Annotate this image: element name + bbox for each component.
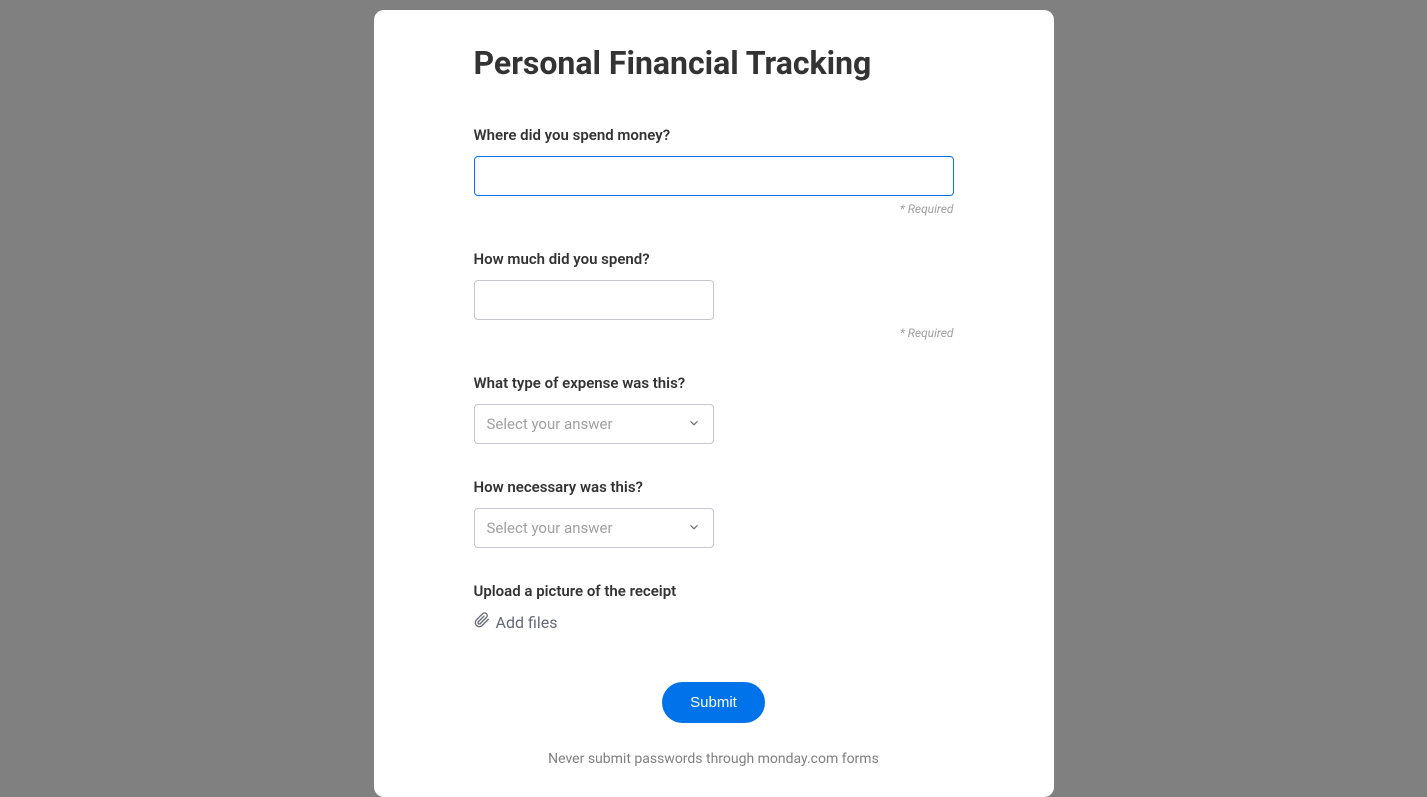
- form-title: Personal Financial Tracking: [474, 44, 954, 82]
- add-files-button[interactable]: Add files: [474, 612, 954, 632]
- chevron-down-icon: [687, 415, 701, 434]
- amount-input[interactable]: [474, 280, 714, 320]
- field-upload: Upload a picture of the receipt Add file…: [474, 582, 954, 632]
- field-type: What type of expense was this? Select yo…: [474, 374, 954, 444]
- form-inner: Personal Financial Tracking Where did yo…: [474, 44, 954, 767]
- amount-label: How much did you spend?: [474, 250, 954, 268]
- necessity-select[interactable]: Select your answer: [474, 508, 714, 548]
- type-placeholder: Select your answer: [487, 415, 613, 433]
- where-input[interactable]: [474, 156, 954, 196]
- chevron-down-icon: [687, 519, 701, 538]
- necessity-placeholder: Select your answer: [487, 519, 613, 537]
- where-required: * Required: [474, 202, 954, 216]
- field-amount: How much did you spend? * Required: [474, 250, 954, 340]
- disclaimer-text: Never submit passwords through monday.co…: [474, 751, 954, 767]
- amount-required: * Required: [474, 326, 954, 340]
- where-label: Where did you spend money?: [474, 126, 954, 144]
- add-files-label: Add files: [496, 613, 558, 632]
- paperclip-icon: [474, 612, 490, 632]
- type-select[interactable]: Select your answer: [474, 404, 714, 444]
- field-where: Where did you spend money? * Required: [474, 126, 954, 216]
- type-label: What type of expense was this?: [474, 374, 954, 392]
- form-card: Personal Financial Tracking Where did yo…: [374, 10, 1054, 797]
- necessity-label: How necessary was this?: [474, 478, 954, 496]
- submit-button[interactable]: Submit: [662, 682, 765, 723]
- upload-label: Upload a picture of the receipt: [474, 582, 954, 600]
- field-necessity: How necessary was this? Select your answ…: [474, 478, 954, 548]
- submit-row: Submit: [474, 682, 954, 723]
